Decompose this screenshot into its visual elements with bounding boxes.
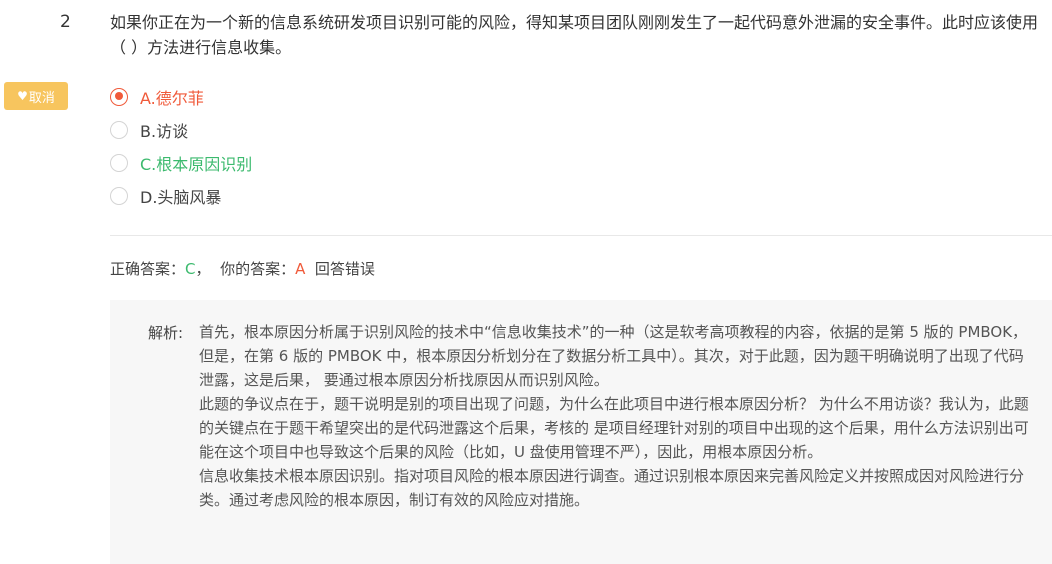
- analysis-panel: 解析: 首先，根本原因分析属于识别风险的技术中“信息收集技术”的一种（这是软考高…: [110, 300, 1052, 564]
- option-c[interactable]: C.根本原因识别: [110, 146, 252, 179]
- cancel-favorite-button[interactable]: ♥ 取消: [4, 82, 68, 110]
- analysis-paragraph: 首先，根本原因分析属于识别风险的技术中“信息收集技术”的一种（这是软考高项教程的…: [199, 323, 1028, 389]
- your-answer-value: A: [295, 260, 306, 278]
- option-label: C.根本原因识别: [140, 154, 253, 174]
- answer-separator: ，: [195, 260, 211, 278]
- question-text: 如果你正在为一个新的信息系统研发项目识别可能的风险，得知某项目团队刚刚发生了一起…: [110, 13, 1039, 57]
- option-a[interactable]: A.德尔菲: [110, 80, 252, 113]
- answer-result: 回答错误: [314, 260, 375, 278]
- correct-answer-value: C: [185, 260, 196, 278]
- option-d[interactable]: D.头脑风暴: [110, 179, 252, 212]
- question-number: 2: [60, 12, 71, 32]
- analysis-paragraph: 信息收集技术根本原因识别。指对项目风险的根本原因进行调查。通过识别根本原因来完善…: [199, 467, 1025, 509]
- question-page: 2 如果你正在为一个新的信息系统研发项目识别可能的风险，得知某项目团队刚刚发生了…: [0, 0, 1052, 564]
- radio-checked-icon[interactable]: [110, 87, 128, 106]
- answer-summary: 正确答案：C， 你的答案：A 回答错误: [110, 258, 375, 279]
- heart-icon: ♥: [17, 89, 28, 103]
- option-label: A.德尔菲: [140, 88, 204, 108]
- divider: [110, 235, 1052, 236]
- option-b[interactable]: B.访谈: [110, 113, 252, 146]
- radio-icon[interactable]: [110, 120, 128, 139]
- option-label: D.头脑风暴: [140, 187, 222, 207]
- analysis-paragraph: 此题的争议点在于，题干说明是别的项目出现了问题，为什么在此项目中进行根本原因分析…: [199, 395, 1029, 461]
- your-answer-prefix: 你的答案：: [220, 260, 296, 278]
- analysis-label: 解析:: [148, 324, 184, 342]
- analysis-text: 首先，根本原因分析属于识别风险的技术中“信息收集技术”的一种（这是软考高项教程的…: [199, 320, 1037, 512]
- correct-answer-prefix: 正确答案：: [110, 260, 186, 278]
- option-label: B.访谈: [140, 121, 189, 141]
- radio-icon[interactable]: [110, 186, 128, 205]
- options-list: A.德尔菲 B.访谈 C.根本原因识别 D.头脑风暴: [110, 80, 252, 212]
- cancel-button-label: 取消: [28, 90, 55, 106]
- radio-icon[interactable]: [110, 153, 128, 172]
